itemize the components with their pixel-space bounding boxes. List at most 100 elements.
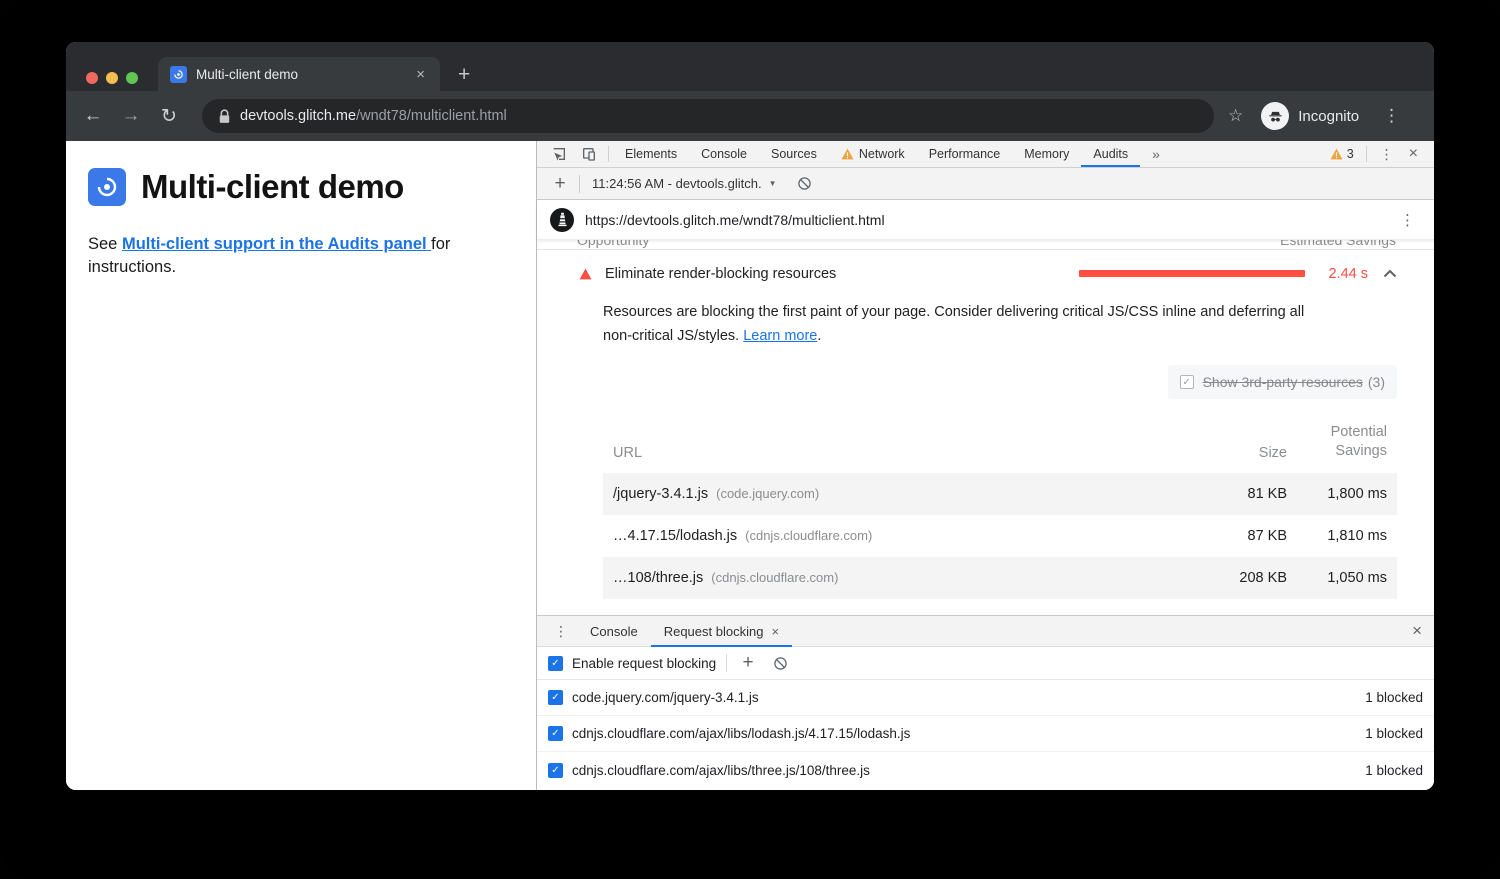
devtools-drawer: ⋮ Console Request blocking × × ✓ Enable … — [537, 615, 1434, 790]
window-controls — [86, 72, 138, 84]
blocked-pattern-row[interactable]: ✓ cdnjs.cloudflare.com/ajax/libs/lodash.… — [537, 716, 1434, 752]
tab-sources[interactable]: Sources — [759, 141, 829, 167]
tab-elements[interactable]: Elements — [613, 141, 689, 167]
incognito-icon — [1261, 102, 1289, 130]
warning-count: 3 — [1347, 147, 1354, 161]
chevron-down-icon: ▼ — [769, 179, 777, 188]
blocked-count: 1 blocked — [1365, 726, 1423, 741]
device-toolbar-icon[interactable] — [574, 141, 604, 167]
resource-host: (code.jquery.com) — [716, 486, 819, 501]
toolbar-divider — [726, 654, 727, 672]
add-pattern-icon[interactable]: + — [737, 652, 759, 674]
back-icon[interactable]: ← — [80, 105, 106, 127]
omnibox[interactable]: devtools.glitch.me/wndt78/multiclient.ht… — [202, 99, 1214, 133]
close-window-button[interactable] — [86, 72, 98, 84]
browser-menu-icon[interactable]: ⋮ — [1383, 106, 1400, 126]
web-page: Multi-client demo See Multi-client suppo… — [66, 141, 536, 790]
opportunity-header-clipped: Opportunity Estimated Savings — [537, 240, 1434, 250]
third-party-label: Show 3rd-party resources — [1203, 374, 1363, 390]
audited-url: https://devtools.glitch.me/wndt78/multic… — [585, 212, 1394, 228]
browser-tab[interactable]: Multi-client demo × — [158, 57, 440, 91]
pattern-url: cdnjs.cloudflare.com/ajax/libs/lodash.js… — [572, 726, 1365, 741]
audit-run-selector[interactable]: 11:24:56 AM - devtools.glitch. ▼ — [588, 176, 781, 191]
resource-url: …108/three.js — [613, 570, 703, 586]
drawer-close-icon[interactable]: × — [1400, 616, 1434, 646]
audited-url-row: https://devtools.glitch.me/wndt78/multic… — [537, 200, 1434, 240]
resources-table: URL Size Potential Savings /jquery-3.4.1… — [603, 411, 1397, 599]
resource-url: …4.17.15/lodash.js — [613, 528, 737, 544]
page-intro: See Multi-client support in the Audits p… — [88, 233, 516, 279]
audit-opportunity-row[interactable]: Eliminate render-blocking resources 2.44… — [537, 250, 1434, 297]
table-row[interactable]: /jquery-3.4.1.js(code.jquery.com) 81 KB … — [603, 473, 1397, 515]
tab-network[interactable]: Network — [829, 141, 917, 167]
new-audit-icon[interactable]: + — [549, 173, 571, 195]
tab-performance[interactable]: Performance — [917, 141, 1013, 167]
audits-support-link[interactable]: Multi-client support in the Audits panel — [122, 235, 431, 253]
savings-bar — [1079, 270, 1305, 277]
minimize-window-button[interactable] — [106, 72, 118, 84]
blocked-pattern-row[interactable]: ✓ code.jquery.com/jquery-3.4.1.js 1 bloc… — [537, 680, 1434, 716]
active-tab-underline — [1081, 165, 1140, 167]
tab-console[interactable]: Console — [689, 141, 759, 167]
devtools-panel: Elements Console Sources Network Perform… — [536, 141, 1434, 790]
resource-size: 208 KB — [1202, 570, 1287, 586]
console-warning-badge[interactable]: 3 — [1322, 147, 1362, 161]
fail-triangle-icon — [579, 268, 592, 280]
tab-memory[interactable]: Memory — [1012, 141, 1081, 167]
toolbar-divider — [1366, 146, 1367, 162]
zoom-window-button[interactable] — [126, 72, 138, 84]
audits-toolbar: + 11:24:56 AM - devtools.glitch. ▼ — [537, 168, 1434, 200]
third-party-toggle-wrap: ✓ Show 3rd-party resources (3) — [537, 365, 1397, 399]
lock-icon — [218, 109, 231, 124]
drawer-tab-console[interactable]: Console — [577, 616, 651, 646]
incognito-label: Incognito — [1298, 108, 1359, 125]
page-title: Multi-client demo — [141, 168, 404, 206]
more-tabs-icon[interactable]: » — [1140, 141, 1172, 167]
tab-audits[interactable]: Audits — [1081, 141, 1140, 167]
estimated-savings-column-label: Estimated Savings — [1280, 240, 1396, 248]
table-row[interactable]: …108/three.js(cdnjs.cloudflare.com) 208 … — [603, 557, 1397, 599]
url-host: devtools.glitch.me — [240, 108, 356, 124]
third-party-toggle[interactable]: ✓ Show 3rd-party resources (3) — [1168, 365, 1397, 399]
checkbox-checked-icon[interactable]: ✓ — [1180, 375, 1194, 389]
resource-savings: 1,800 ms — [1287, 485, 1387, 504]
resource-size: 81 KB — [1202, 486, 1287, 502]
devtools-close-icon[interactable]: × — [1403, 145, 1424, 163]
inspect-element-icon[interactable] — [537, 141, 574, 167]
potential-savings-column-header: Potential Savings — [1287, 423, 1387, 461]
remove-all-patterns-icon[interactable] — [773, 656, 788, 671]
drawer-menu-icon[interactable]: ⋮ — [545, 616, 577, 646]
reload-icon[interactable]: ↻ — [156, 105, 182, 128]
new-tab-button[interactable]: + — [458, 64, 470, 85]
page-header: Multi-client demo — [88, 168, 516, 206]
pattern-checkbox[interactable]: ✓ — [548, 690, 563, 705]
learn-more-link[interactable]: Learn more — [743, 328, 817, 344]
bookmark-star-icon[interactable]: ☆ — [1228, 106, 1243, 126]
devtools-menu-icon[interactable]: ⋮ — [1371, 146, 1403, 163]
table-row[interactable]: …4.17.15/lodash.js(cdnjs.cloudflare.com)… — [603, 515, 1397, 557]
pattern-checkbox[interactable]: ✓ — [548, 763, 563, 778]
resource-url: /jquery-3.4.1.js — [613, 486, 708, 502]
report-menu-icon[interactable]: ⋮ — [1394, 211, 1421, 229]
devtools-logo-favicon — [170, 66, 187, 83]
drawer-tab-request-blocking[interactable]: Request blocking × — [651, 616, 792, 646]
third-party-count: (3) — [1368, 374, 1385, 390]
pattern-checkbox[interactable]: ✓ — [548, 726, 563, 741]
drawer-tab-close-icon[interactable]: × — [771, 624, 779, 639]
pattern-url: code.jquery.com/jquery-3.4.1.js — [572, 690, 1365, 705]
devtools-toolbar-right: 3 ⋮ × — [1322, 141, 1434, 167]
enable-blocking-checkbox[interactable]: ✓ — [548, 656, 563, 671]
url-path: /wndt78/multiclient.html — [356, 108, 507, 124]
browser-window: Multi-client demo × + ← → ↻ devtools.gli… — [66, 42, 1434, 790]
forward-icon[interactable]: → — [118, 105, 144, 127]
resource-size: 87 KB — [1202, 528, 1287, 544]
network-warning-icon — [841, 148, 854, 160]
clear-audits-icon[interactable] — [797, 176, 812, 191]
blocked-pattern-row[interactable]: ✓ cdnjs.cloudflare.com/ajax/libs/three.j… — [537, 752, 1434, 788]
collapse-chevron-icon[interactable] — [1383, 269, 1397, 278]
tab-close-icon[interactable]: × — [413, 66, 428, 83]
audit-report: Opportunity Estimated Savings Eliminate … — [537, 240, 1434, 615]
table-header-row: URL Size Potential Savings — [603, 411, 1397, 473]
audit-description: Resources are blocking the first paint o… — [603, 300, 1324, 348]
blocked-count: 1 blocked — [1365, 763, 1423, 778]
